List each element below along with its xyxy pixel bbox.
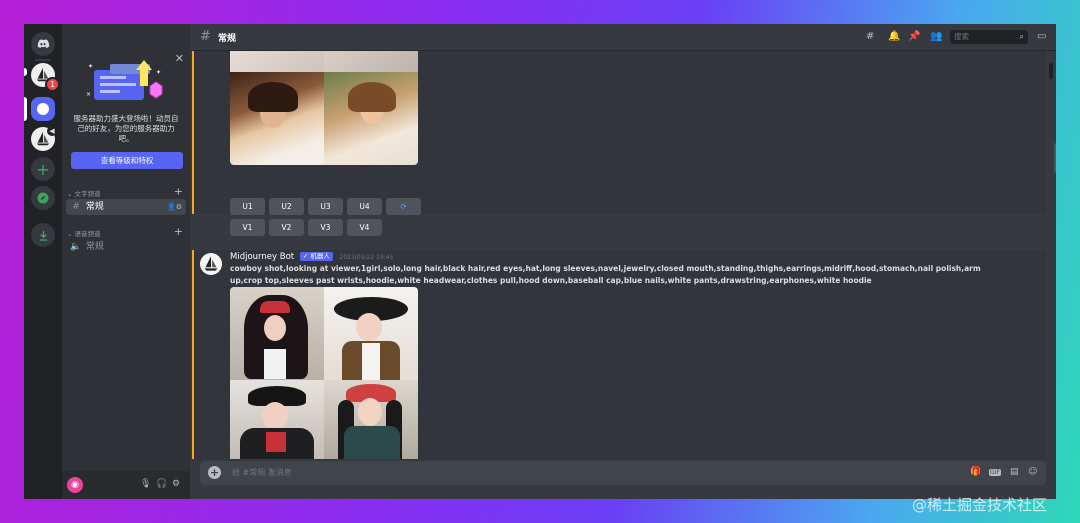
variation-button-2[interactable]: V2 xyxy=(269,219,304,236)
boost-illustration: ✦ × ✦ xyxy=(86,60,163,100)
discord-logo-icon xyxy=(37,39,50,49)
text-category-label: 文字频道 xyxy=(74,190,101,198)
voice-channel-general[interactable]: 🔈 常规 xyxy=(66,239,186,255)
reroll-button[interactable]: ⟳ xyxy=(386,198,421,215)
grid-image[interactable] xyxy=(324,72,418,165)
create-channel-icon[interactable]: + xyxy=(174,185,183,198)
speaker-icon: ◀ xyxy=(47,126,57,136)
image-grid[interactable] xyxy=(230,51,418,165)
author-name[interactable]: Midjourney Bot xyxy=(230,252,294,262)
grid-image[interactable] xyxy=(324,51,418,72)
channel-header: # 常规 # 🔔 📌 👥 搜索 ⌕ ▭ ? xyxy=(190,24,1056,51)
selected-server-indicator xyxy=(24,97,27,121)
channel-name: 常规 xyxy=(85,202,104,212)
members-icon[interactable]: 👥 xyxy=(930,31,942,42)
discord-window: 1 ◀ + ✕ ✦ × ✦ 服务器助力盛大登场啦！动员自己的好友，为您的服务器助… xyxy=(24,24,1056,499)
scrollbar-track[interactable] xyxy=(1054,143,1056,173)
variation-button-4[interactable]: V4 xyxy=(347,219,382,236)
grid-image[interactable] xyxy=(230,51,324,72)
upscale-button-row: U1 U2 U3 U4 ⟳ xyxy=(230,198,421,215)
message-input[interactable]: 给 #常规 发消息 xyxy=(232,467,292,478)
variation-button-1[interactable]: V1 xyxy=(230,219,265,236)
download-icon xyxy=(39,230,47,241)
voice-category-label: 语音频道 xyxy=(74,230,101,238)
variation-button-row: V1 V2 V3 V4 xyxy=(230,219,382,236)
grid-image[interactable] xyxy=(230,72,324,165)
unread-indicator xyxy=(24,68,27,76)
prompt-text: cowboy shot,looking at viewer,1girl,solo… xyxy=(230,264,981,285)
bot-avatar[interactable] xyxy=(200,253,222,275)
hash-icon: # xyxy=(200,29,211,44)
search-placeholder: 搜索 xyxy=(954,32,969,41)
settings-gear-icon[interactable]: ⚙ xyxy=(172,479,180,489)
avatar[interactable]: ◉ xyxy=(67,477,83,493)
explore-servers-button[interactable] xyxy=(31,186,55,210)
variation-button-3[interactable]: V3 xyxy=(308,219,343,236)
bell-icon[interactable]: 🔔 xyxy=(888,31,900,42)
svg-text:×: × xyxy=(86,91,91,98)
bot-tag: ✓ 机器人 xyxy=(299,252,333,261)
mute-mic-icon[interactable]: 🎙 xyxy=(140,479,151,489)
user-panel: ◉ 🎙 🎧 ⚙ xyxy=(62,471,190,499)
message-header: Midjourney Bot ✓ 机器人 2023/03/22 19:45 xyxy=(230,252,393,262)
compass-icon xyxy=(37,192,49,204)
pin-icon[interactable]: 📌 xyxy=(908,31,920,42)
download-apps-button[interactable] xyxy=(31,223,55,247)
emoji-icon[interactable]: ☺ xyxy=(1028,467,1037,477)
search-input[interactable]: 搜索 ⌕ xyxy=(950,30,1028,44)
grid-image[interactable] xyxy=(324,380,418,459)
voice-category[interactable]: ⌄ 语音频道 + xyxy=(67,225,183,238)
speaker-icon: 🔈 xyxy=(70,242,82,252)
message-composer[interactable]: + 给 #常规 发消息 🎁 GIF ▤ ☺ xyxy=(200,461,1046,485)
image-grid[interactable] xyxy=(230,287,418,459)
text-category[interactable]: ⌄ 文字频道 + xyxy=(67,185,183,198)
threads-icon[interactable]: # xyxy=(866,31,874,42)
plus-icon: + xyxy=(36,159,50,179)
channel-sidebar: ✕ ✦ × ✦ 服务器助力盛大登场啦！动员自己的好友，为您的服务器助力吧。 查看… xyxy=(62,24,190,499)
upscale-button-2[interactable]: U2 xyxy=(269,198,304,215)
inbox-icon[interactable]: ▭ xyxy=(1037,31,1046,42)
boost-banner: ✕ ✦ × ✦ 服务器助力盛大登场啦！动员自己的好友，为您的服务器助力吧。 查看… xyxy=(62,48,190,178)
view-perks-button[interactable]: 查看等级和特权 xyxy=(71,152,183,169)
boost-description: 服务器助力盛大登场啦！动员自己的好友，为您的服务器助力吧。 xyxy=(73,114,179,143)
grid-image[interactable] xyxy=(230,380,324,459)
deafen-icon[interactable]: 🎧 xyxy=(156,479,167,489)
create-channel-icon[interactable]: + xyxy=(174,225,183,238)
sticker-icon[interactable]: ▤ xyxy=(1010,467,1019,477)
hash-icon: # xyxy=(72,202,80,212)
message-list: U1 U2 U3 U4 ⟳ V1 V2 V3 V4 Midjourney Bot… xyxy=(190,51,1056,459)
watermark: @稀土掘金技术社区 xyxy=(912,496,1048,514)
chevron-down-icon: ⌄ xyxy=(67,190,73,198)
rail-divider xyxy=(35,59,51,61)
gift-icon[interactable]: 🎁 xyxy=(970,467,981,477)
upscale-button-1[interactable]: U1 xyxy=(230,198,265,215)
voice-channel-name: 常规 xyxy=(85,242,104,252)
upscale-button-3[interactable]: U3 xyxy=(308,198,343,215)
grid-image[interactable] xyxy=(324,287,418,380)
upscale-button-4[interactable]: U4 xyxy=(347,198,382,215)
notification-badge: 1 xyxy=(45,77,60,92)
sailboat-icon xyxy=(204,256,218,271)
plus-circle-icon[interactable]: + xyxy=(208,466,221,479)
scrollbar-thumb[interactable] xyxy=(1049,63,1053,79)
server-rail: 1 ◀ + xyxy=(24,24,62,499)
svg-text:✦: ✦ xyxy=(88,63,93,70)
channel-item-general[interactable]: # 常规 👤⚙ xyxy=(66,199,186,215)
refresh-icon: ⟳ xyxy=(400,202,407,211)
add-server-button[interactable]: + xyxy=(31,157,55,181)
channel-title: 常规 xyxy=(218,34,237,44)
server-icon-selected[interactable] xyxy=(31,97,55,121)
server-dot-icon xyxy=(37,103,49,115)
timestamp: 2023/03/22 19:45 xyxy=(339,254,394,261)
grid-image[interactable] xyxy=(230,287,324,380)
home-button[interactable] xyxy=(31,32,55,56)
search-icon: ⌕ xyxy=(1019,32,1024,41)
chevron-down-icon: ⌄ xyxy=(67,230,73,238)
invite-settings-icons[interactable]: 👤⚙ xyxy=(167,199,182,215)
gif-icon[interactable]: GIF xyxy=(989,469,1001,476)
close-icon[interactable]: ✕ xyxy=(175,52,184,65)
svg-text:✦: ✦ xyxy=(156,69,161,76)
